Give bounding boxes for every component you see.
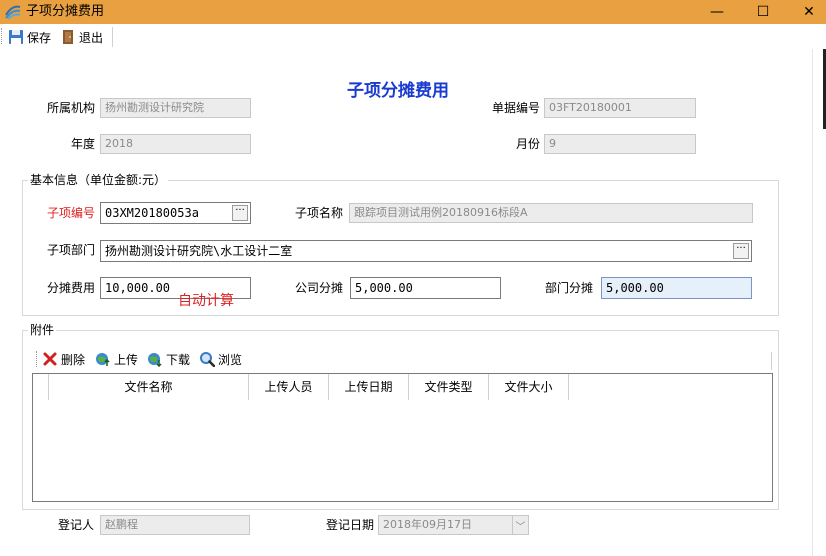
company-alloc-label: 公司分摊 [294, 281, 343, 295]
exit-label: 退出 [79, 30, 104, 45]
sub-dept-field[interactable]: 扬州勘测设计研究院\水工设计二室 [100, 240, 752, 262]
alloc-fee-label: 分摊费用 [46, 281, 95, 295]
close-button[interactable]: ✕ [786, 0, 826, 24]
doc-no-label: 单据编号 [491, 101, 540, 115]
org-label: 所属机构 [46, 101, 95, 115]
reg-date-field[interactable]: 2018年09月17日 [378, 515, 529, 535]
download-button[interactable]: 下载 [147, 350, 190, 368]
col-header-uploader[interactable]: 上传人员 [249, 374, 329, 400]
basic-info-title: 基本信息（单位金额:元） [28, 172, 169, 188]
registrant-label: 登记人 [57, 518, 94, 532]
toolbar [0, 24, 826, 49]
download-label: 下载 [166, 352, 191, 367]
auto-calc-note: 自动计算 [178, 293, 234, 309]
toolbar-grip[interactable] [1, 28, 4, 44]
browse-label: 浏览 [218, 352, 243, 367]
delete-button[interactable]: 删除 [42, 350, 85, 368]
minimize-button[interactable]: — [694, 0, 740, 24]
reg-date-value: 2018年09月17日 [383, 518, 472, 531]
sub-code-field[interactable]: 03XM20180053a [100, 202, 251, 224]
col-header-file-type[interactable]: 文件类型 [409, 374, 489, 400]
save-button[interactable]: 保存 [8, 27, 51, 47]
upload-button[interactable]: 上传 [95, 350, 138, 368]
row-indicator-header [33, 374, 49, 400]
reg-date-label: 登记日期 [325, 518, 374, 532]
door-exit-icon [63, 30, 73, 44]
app-logo-icon [5, 5, 21, 20]
sub-code-lookup-button[interactable]: ··· [232, 205, 248, 221]
sub-code-value: 03XM20180053a [105, 206, 199, 220]
month-label: 月份 [515, 137, 540, 151]
year-field[interactable]: 2018 [100, 134, 251, 154]
upload-label: 上传 [114, 352, 139, 367]
dept-alloc-label: 部门分摊 [544, 281, 593, 295]
sub-dept-value: 扬州勘测设计研究院\水工设计二室 [105, 244, 293, 258]
window-title: 子项分摊费用 [26, 4, 105, 19]
col-header-upload-date[interactable]: 上传日期 [329, 374, 409, 400]
floppy-disk-icon [9, 30, 23, 44]
globe-upload-icon [96, 353, 110, 366]
attachments-title: 附件 [28, 322, 57, 338]
globe-download-icon [148, 353, 162, 367]
maximize-button[interactable]: ☐ [740, 0, 786, 24]
col-header-filename[interactable]: 文件名称 [49, 374, 249, 400]
registrant-field[interactable]: 赵鹏程 [100, 515, 250, 535]
browse-button[interactable]: 浏览 [199, 350, 242, 368]
delete-label: 删除 [61, 352, 86, 367]
col-header-file-size[interactable]: 文件大小 [489, 374, 569, 400]
doc-no-field[interactable]: 03FT20180001 [544, 98, 696, 118]
sub-name-field[interactable]: 跟踪项目测试用例20180916标段A [349, 203, 753, 223]
attachments-toolbar-separator [771, 352, 772, 370]
sub-dept-label: 子项部门 [46, 243, 95, 257]
company-alloc-field[interactable]: 5,000.00 [350, 277, 501, 299]
org-field[interactable]: 扬州勘测设计研究院 [100, 98, 251, 118]
delete-x-icon [43, 352, 57, 366]
sub-dept-lookup-button[interactable]: ··· [733, 243, 749, 259]
exit-button[interactable]: 退出 [60, 27, 103, 47]
dept-alloc-field[interactable]: 5,000.00 [601, 277, 752, 299]
chevron-down-icon: ﹀ [515, 521, 526, 533]
toolbar-separator [112, 27, 113, 47]
magnifier-icon [200, 352, 215, 367]
month-field[interactable]: 9 [544, 134, 696, 154]
reg-date-dropdown-button[interactable]: ﹀ [512, 515, 528, 535]
sub-code-label: 子项编号 [46, 206, 95, 220]
attachments-toolbar-grip[interactable] [36, 351, 39, 367]
year-label: 年度 [70, 137, 95, 151]
save-label: 保存 [27, 30, 52, 45]
sub-name-label: 子项名称 [294, 206, 343, 220]
